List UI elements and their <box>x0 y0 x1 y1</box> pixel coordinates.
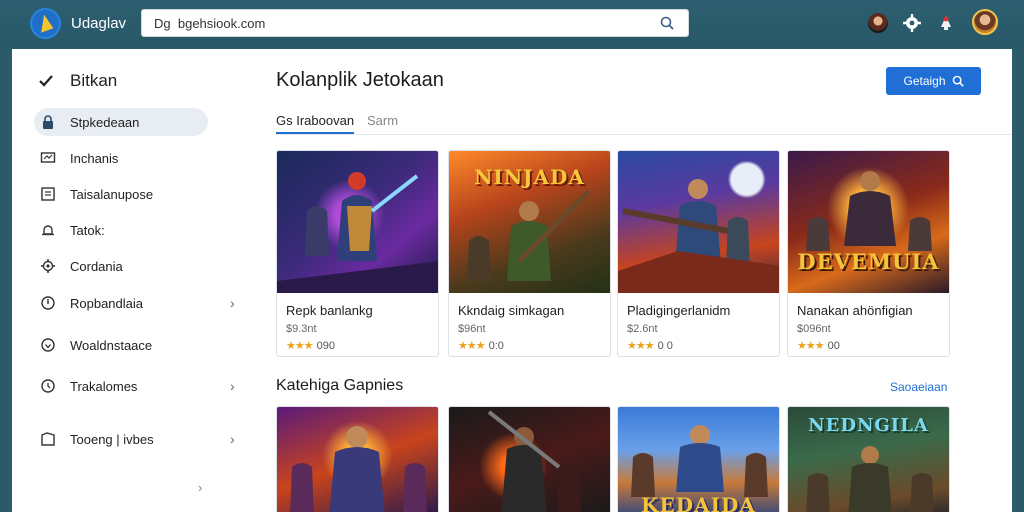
page-title: Kolanplik Jetokaan <box>276 69 444 91</box>
lock-icon <box>43 115 53 129</box>
list-icon <box>41 187 55 201</box>
sidebar-item-ropbandlaia[interactable]: Ropbandlaia › <box>34 289 235 317</box>
game-card[interactable]: Pladigingerlanidm $2.6nt ★★★ 0 0 <box>617 150 780 357</box>
star-rating-icon: ★★★ <box>286 340 314 352</box>
chevron-right-icon: › <box>230 295 235 311</box>
section-title: Katehiga Gapnies <box>276 377 404 394</box>
badge-icon <box>41 379 55 393</box>
see-all-link[interactable]: Saoaeiaan <box>890 380 947 394</box>
sidebar-item-label: Woaldnstaace <box>70 337 153 353</box>
chevron-right-icon: › <box>230 431 235 447</box>
gear-icon <box>41 259 55 273</box>
card-title: Pladigingerlanidm <box>627 303 731 318</box>
sidebar-item-label: Ropbandlaia <box>70 295 144 311</box>
sidebar-item-stpkedeaan[interactable]: Stpkedeaan <box>34 108 208 136</box>
game-card[interactable] <box>448 406 611 512</box>
card-price: $9.3nt <box>286 323 317 335</box>
folder-icon <box>41 432 55 446</box>
tabs-divider <box>276 134 1012 135</box>
profile-icon[interactable] <box>868 13 888 33</box>
primary-search-button[interactable]: Getaigh <box>886 67 981 95</box>
star-rating-icon: ★★★ <box>627 340 655 352</box>
game-card[interactable]: Repk banlankg $9.3nt ★★★ 090 <box>276 150 439 357</box>
game-thumbnail <box>618 151 779 293</box>
game-thumbnail: NINJADA <box>449 151 610 293</box>
game-card[interactable]: DEVEMUIA Nanakan ahönfigian $096nt ★★★ 00 <box>787 150 950 357</box>
game-card[interactable]: NINJADA Kkndaig simkagan $96nt ★★★ 0:0 <box>448 150 611 357</box>
card-price: $96nt <box>458 323 486 335</box>
shield-icon <box>41 296 55 310</box>
primary-button-label: Getaigh <box>903 74 946 88</box>
user-avatar[interactable] <box>972 9 998 35</box>
sidebar-item-label: Stpkedeaan <box>70 114 140 130</box>
sidebar-item-cordania[interactable]: Cordania <box>34 252 208 280</box>
card-title: Repk banlankg <box>286 303 373 318</box>
card-title: Kkndaig simkagan <box>458 303 565 318</box>
search-input[interactable]: Dg bgehsiook.com <box>141 9 689 37</box>
tab-sarm[interactable]: Sarm <box>367 113 398 128</box>
chevron-right-icon[interactable]: › <box>198 480 202 495</box>
settings-icon[interactable] <box>902 13 922 33</box>
search-icon[interactable] <box>660 16 674 30</box>
card-title: Nanakan ahönfigian <box>797 303 913 318</box>
sidebar-item-taisalanupose[interactable]: Taisalanupose <box>34 180 208 208</box>
sidebar-item-label: Tatok: <box>70 222 105 238</box>
card-rating: ★★★ 0:0 <box>458 340 504 352</box>
chevron-right-icon: › <box>230 378 235 394</box>
heart-icon <box>41 338 55 352</box>
sidebar-item-tooeng[interactable]: Tooeng | ivbes › <box>34 425 235 453</box>
card-rating: ★★★ 00 <box>797 340 840 352</box>
sidebar-item-inchanis[interactable]: Inchanis <box>34 144 208 172</box>
search-icon <box>952 75 964 87</box>
bell-icon <box>42 225 54 236</box>
app-logo[interactable] <box>30 8 61 39</box>
game-thumbnail <box>277 151 438 293</box>
game-card[interactable]: KEDAIDA <box>617 406 780 512</box>
card-price: $2.6nt <box>627 323 658 335</box>
sidebar-item-woaldnstaace[interactable]: Woaldnstaace <box>34 331 208 359</box>
star-rating-icon: ★★★ <box>797 340 825 352</box>
top-bar: Udaglav Dg bgehsiook.com <box>0 0 1024 48</box>
game-card[interactable] <box>276 406 439 512</box>
notification-icon[interactable] <box>936 13 956 33</box>
star-rating-icon: ★★★ <box>458 340 486 352</box>
search-value: Dg bgehsiook.com <box>154 16 266 31</box>
sidebar-item-label: Trakalomes <box>70 378 138 394</box>
sidebar-item-label: Inchanis <box>70 150 119 166</box>
thumbnail-title: DEVEMUIA <box>797 249 940 274</box>
tab-iraboovan[interactable]: Gs Iraboovan <box>276 113 355 134</box>
sidebar-item-label: Tooeng | ivbes <box>70 431 154 447</box>
game-card[interactable]: NEDNGILA <box>787 406 950 512</box>
sidebar-item-label: Taisalanupose <box>70 186 154 202</box>
sidebar-item-tatok[interactable]: Tatok: <box>34 216 208 244</box>
app-title: Udaglav <box>71 15 127 32</box>
sidebar-item-trakalomes[interactable]: Trakalomes › <box>34 372 235 400</box>
card-price: $096nt <box>797 323 831 335</box>
game-thumbnail: DEVEMUIA <box>788 151 949 293</box>
thumbnail-title: KEDAIDA <box>641 493 756 512</box>
sidebar-title: Bitkan <box>70 71 118 90</box>
sidebar-item-label: Cordania <box>70 258 123 274</box>
check-icon <box>39 75 53 87</box>
monitor-icon <box>40 152 56 163</box>
card-rating: ★★★ 090 <box>286 340 335 352</box>
card-rating: ★★★ 0 0 <box>627 340 673 352</box>
